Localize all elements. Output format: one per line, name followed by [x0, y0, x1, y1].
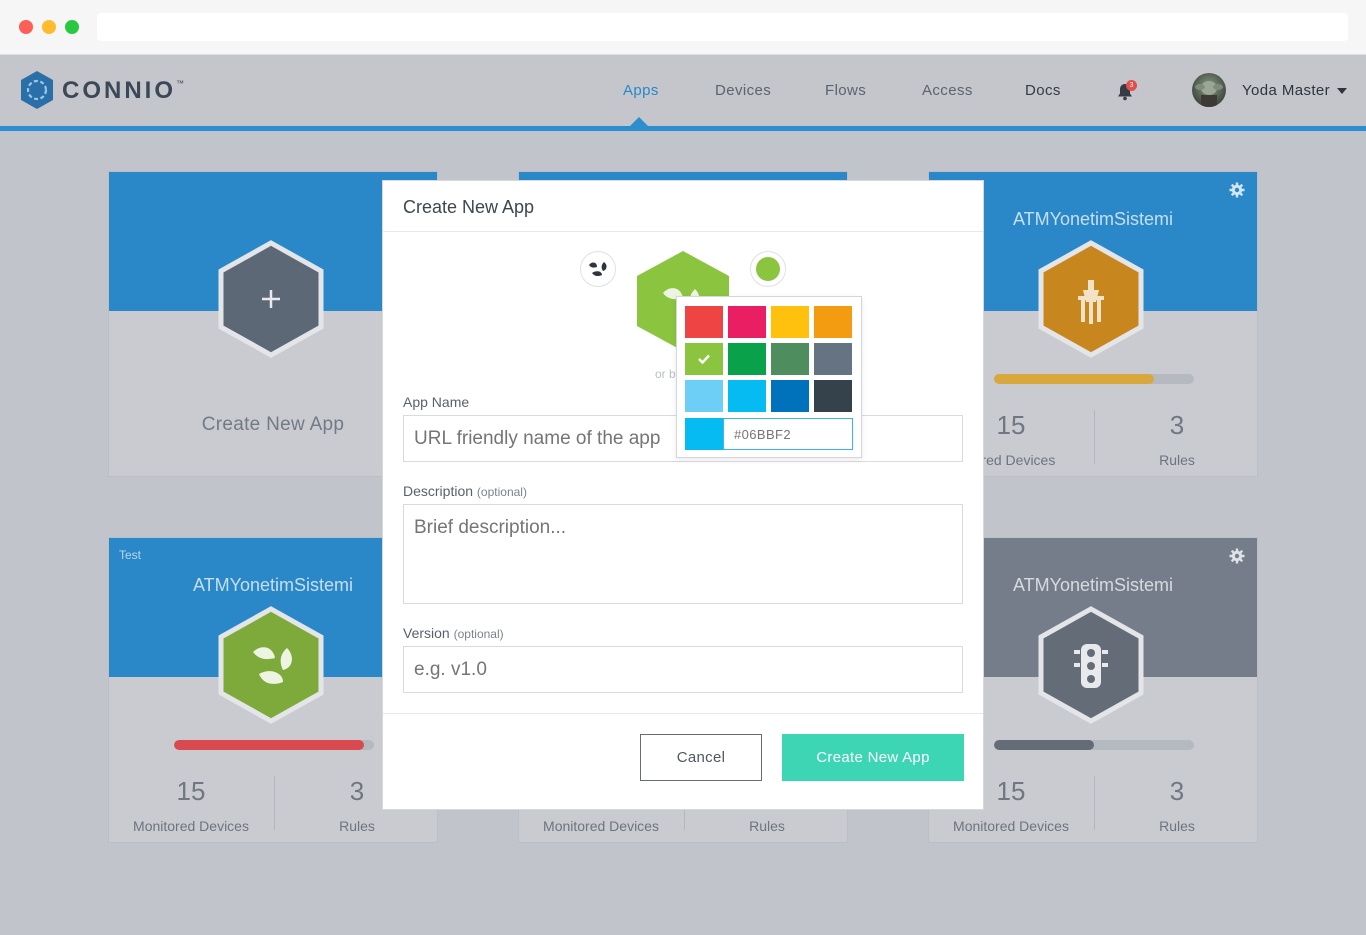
devices-label: Monitored Devices: [953, 818, 1069, 834]
progress-bar-fill: [994, 740, 1094, 750]
traffic-light-icon: [1038, 606, 1144, 724]
color-swatch[interactable]: [685, 380, 723, 412]
app-name-label: App Name: [403, 394, 470, 410]
add-app-hex-icon[interactable]: [217, 240, 325, 358]
color-swatch[interactable]: [771, 306, 809, 338]
devices-label: Monitored Devices: [543, 818, 659, 834]
user-menu-caret-icon[interactable]: [1337, 88, 1347, 94]
leaf-icon: [218, 606, 324, 724]
devices-count: 15: [176, 776, 206, 806]
color-swatch[interactable]: [771, 380, 809, 412]
window-minimize-button[interactable]: [42, 20, 56, 34]
app-header: [0, 55, 1366, 126]
progress-bar: [994, 740, 1194, 750]
devices-label: Monitored Devices: [133, 818, 249, 834]
modal-header-divider: [383, 231, 983, 232]
hex-color-preview: [685, 418, 723, 450]
window-close-button[interactable]: [19, 20, 33, 34]
color-swatch[interactable]: [814, 380, 852, 412]
nav-devices[interactable]: Devices: [715, 82, 771, 99]
progress-bar: [174, 740, 374, 750]
color-select-button[interactable]: [750, 251, 786, 287]
header-accent-line: [0, 126, 1366, 131]
nav-flows[interactable]: Flows: [825, 82, 866, 99]
user-name[interactable]: Yoda Master: [1242, 82, 1330, 99]
stat-divider: [1094, 776, 1095, 830]
modal-footer-divider: [383, 713, 983, 714]
logo-text[interactable]: CONNIO™: [62, 77, 184, 105]
hex-color-input[interactable]: [723, 418, 853, 450]
cancel-button[interactable]: Cancel: [640, 734, 762, 781]
gear-icon[interactable]: [1229, 548, 1245, 564]
app-tag: Test: [119, 548, 142, 562]
address-bar[interactable]: [97, 13, 1348, 41]
nav-apps[interactable]: Apps: [623, 82, 659, 99]
street-lamp-icon: [1038, 240, 1144, 358]
stat-divider: [1094, 410, 1095, 464]
selected-color-dot: [756, 257, 780, 281]
progress-bar-fill: [174, 740, 364, 750]
rules-label: Rules: [1159, 818, 1195, 834]
check-icon: [698, 354, 710, 365]
progress-bar-fill: [994, 374, 1154, 384]
rules-count: 3: [1169, 776, 1185, 806]
rules-count: 3: [1169, 410, 1185, 440]
version-label: Version (optional): [403, 625, 504, 641]
color-swatch[interactable]: [685, 306, 723, 338]
modal-title: Create New App: [403, 197, 535, 217]
rules-label: Rules: [1159, 452, 1195, 468]
window-maximize-button[interactable]: [65, 20, 79, 34]
version-input[interactable]: [403, 646, 963, 693]
notification-badge: 3: [1126, 80, 1137, 91]
nav-access[interactable]: Access: [922, 82, 973, 99]
color-swatch[interactable]: [728, 306, 766, 338]
user-avatar[interactable]: [1192, 73, 1226, 107]
color-swatch-selected[interactable]: [685, 343, 723, 375]
gear-icon[interactable]: [1229, 182, 1245, 198]
nav-docs[interactable]: Docs: [1025, 82, 1061, 99]
description-input[interactable]: [403, 504, 963, 604]
rules-label: Rules: [749, 818, 785, 834]
color-picker-popover: [676, 296, 862, 458]
color-swatch[interactable]: [771, 343, 809, 375]
color-swatch[interactable]: [814, 306, 852, 338]
progress-bar: [994, 374, 1194, 384]
browser-chrome: [0, 0, 1366, 55]
color-swatch[interactable]: [728, 380, 766, 412]
or-browse-text: or b: [655, 367, 676, 381]
avatar-image: [1195, 81, 1223, 107]
active-nav-indicator: [629, 117, 649, 127]
color-swatch[interactable]: [728, 343, 766, 375]
icon-select-button[interactable]: [580, 251, 616, 287]
color-swatch[interactable]: [814, 343, 852, 375]
connio-logo-icon[interactable]: [19, 70, 55, 110]
rules-label: Rules: [339, 818, 375, 834]
leaf-icon: [589, 262, 607, 277]
stat-divider: [274, 776, 275, 830]
create-app-button[interactable]: Create New App: [782, 734, 964, 781]
create-app-modal: Create New App or b App Name Description…: [382, 180, 984, 810]
description-label: Description (optional): [403, 483, 527, 499]
